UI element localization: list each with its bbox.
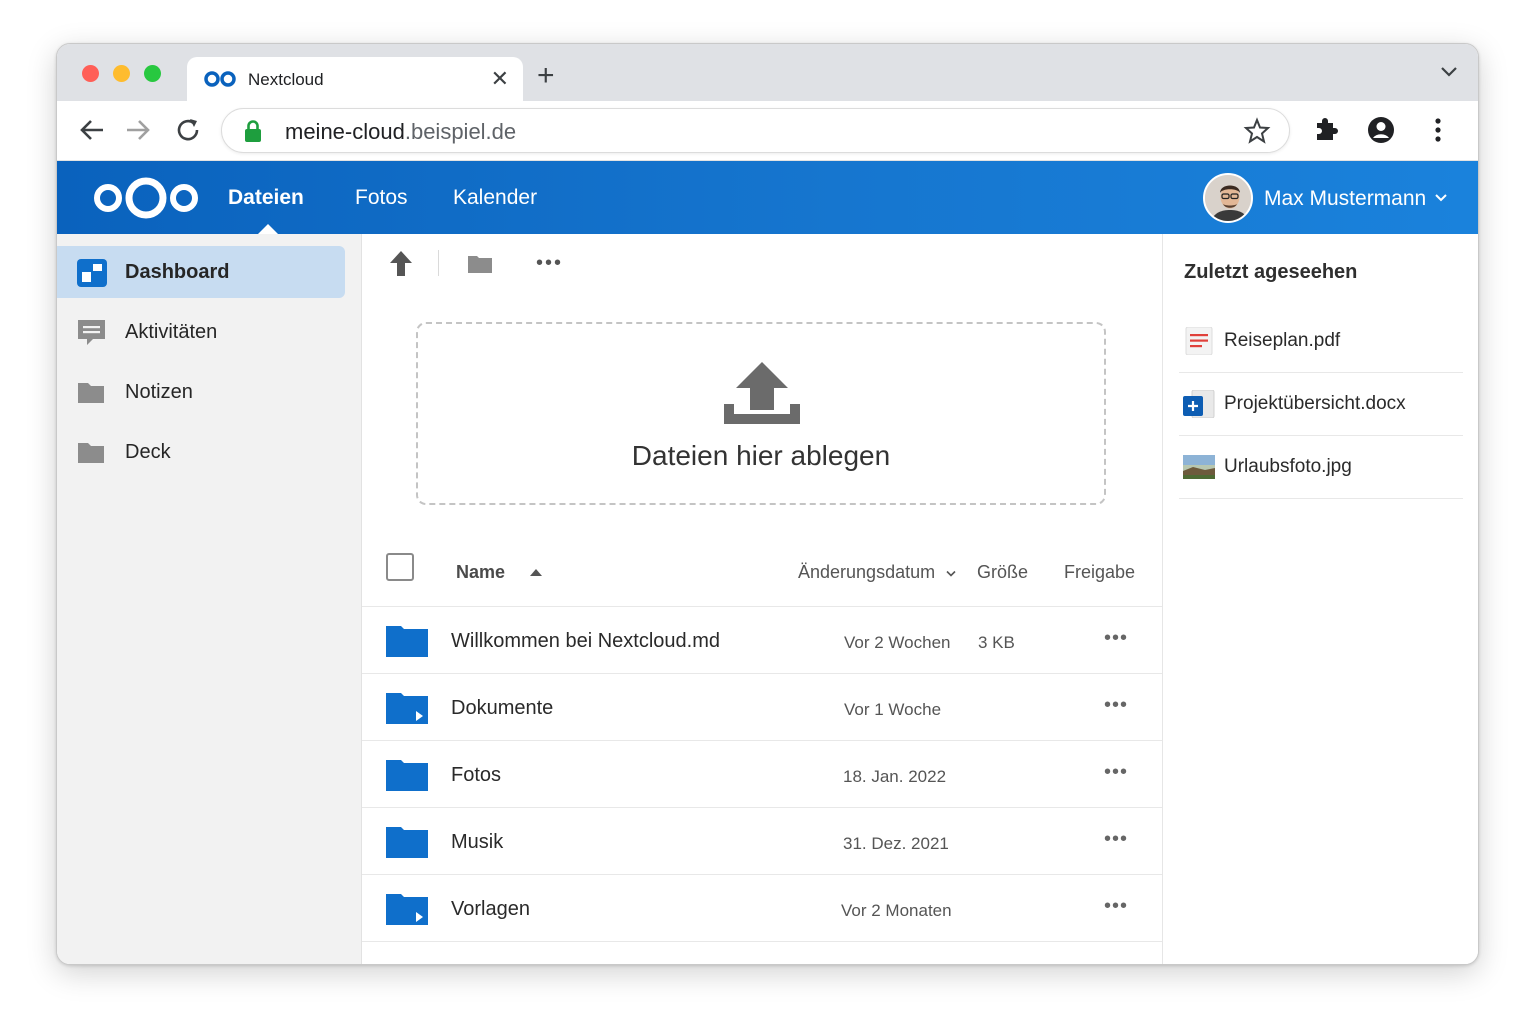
user-portrait-icon [1205,175,1251,221]
profile-account-icon[interactable] [1365,114,1397,146]
column-size[interactable]: Größe [977,562,1028,583]
lock-icon [245,120,261,142]
folder-icon [78,443,104,463]
browser-window: Nextcloud ✕ + meine-cloud.beispiel.de Da… [56,43,1479,965]
file-modified: Vor 2 Wochen [844,633,951,652]
file-size: 3 KB [978,633,1015,652]
file-name[interactable]: Musik [451,831,503,854]
folder-icon [386,626,428,657]
sidebar-item-aktivitaeten[interactable]: Aktivitäten [57,306,345,358]
user-menu-name[interactable]: Max Mustermann [1264,187,1426,211]
sidebar-item-deck[interactable]: Deck [57,426,345,478]
file-row[interactable]: Musik 31. Dez. 2021 ••• [362,808,1162,875]
back-arrow-icon[interactable] [77,115,107,145]
chevron-down-icon[interactable] [1434,193,1448,203]
docx-icon [1183,390,1215,418]
folder-icon [386,827,428,858]
file-modified: 31. Dez. 2021 [843,834,949,853]
file-modified: 18. Jan. 2022 [843,767,947,786]
file-table-header: Name Änderungsdatum Größe Freigabe [362,537,1162,607]
file-row[interactable]: Vorlagen Vor 2 Monaten ••• [362,875,1162,942]
files-main: ••• Dateien hier ablegen Name Änderungsd… [362,234,1162,964]
shared-folder-icon [386,693,428,724]
recent-item-label: Projektübersicht.docx [1224,393,1406,414]
column-name[interactable]: Name [456,562,505,583]
sidebar-item-dashboard[interactable]: Dashboard [57,246,345,298]
recent-panel-title: Zuletzt ageseehen [1184,261,1358,283]
address-bar[interactable]: meine-cloud.beispiel.de [221,108,1290,153]
chevron-down-icon[interactable] [946,570,956,578]
sort-ascending-icon [530,569,542,576]
tab-title: Nextcloud [248,70,324,89]
close-tab-icon[interactable]: ✕ [491,66,509,92]
column-modified[interactable]: Änderungsdatum [798,562,935,583]
recent-panel: Zuletzt ageseehen Reiseplan.pdf Projektü… [1162,234,1478,964]
file-row[interactable]: Dokumente Vor 1 Woche ••• [362,674,1162,741]
select-all-checkbox[interactable] [386,553,414,581]
close-window-button[interactable] [82,65,99,82]
activity-icon [78,320,105,345]
nav-kalender[interactable]: Kalender [453,186,537,210]
file-actions-icon[interactable]: ••• [1104,828,1128,851]
recent-item[interactable]: Reiseplan.pdf [1179,310,1463,373]
sidebar-item-label: Aktivitäten [125,321,218,343]
shared-folder-icon [386,894,428,925]
file-row[interactable]: Willkommen bei Nextcloud.md Vor 2 Wochen 3… [362,607,1162,674]
bookmark-star-icon[interactable] [1243,117,1271,145]
nav-fotos[interactable]: Fotos [355,186,408,210]
new-tab-button[interactable]: + [537,61,555,91]
nextcloud-favicon-icon [204,71,236,87]
pdf-icon [1185,327,1213,355]
file-modified: Vor 1 Woche [844,700,942,719]
file-name[interactable]: Fotos [451,764,501,787]
file-actions-icon[interactable]: ••• [1104,895,1128,918]
file-actions-icon[interactable]: ••• [1104,694,1128,717]
tab-search-chevron-icon[interactable] [1440,66,1458,78]
image-thumbnail-icon [1183,455,1215,479]
upload-dropzone[interactable]: Dateien hier ablegen [416,322,1106,505]
arrow-up-icon[interactable] [388,249,414,277]
sidebar-item-label: Deck [125,441,171,463]
browser-toolbar: meine-cloud.beispiel.de [57,101,1478,161]
file-actions-icon[interactable]: ••• [1104,761,1128,784]
app-sidebar: Dashboard Aktivitäten Notizen Deck [57,234,362,964]
file-name[interactable]: Willkommen bei Nextcloud.md [451,630,720,653]
recent-item[interactable]: Urlaubsfoto.jpg [1179,436,1463,499]
file-actions-icon[interactable]: ••• [1104,627,1128,650]
recent-item-label: Reiseplan.pdf [1224,330,1341,351]
folder-icon [78,383,104,403]
sidebar-item-label: Dashboard [125,261,230,283]
recent-item[interactable]: Projektübersicht.docx [1179,373,1463,436]
extensions-puzzle-icon[interactable] [1311,114,1343,146]
folder-icon [386,760,428,791]
browser-menu-icon[interactable] [1422,114,1454,146]
column-share[interactable]: Freigabe [1064,562,1135,583]
url-domain: .beispiel.de [404,119,517,144]
file-modified: Vor 2 Monaten [841,901,952,920]
reload-icon[interactable] [173,115,203,145]
minimize-window-button[interactable] [113,65,130,82]
file-name[interactable]: Dokumente [451,697,553,720]
url-text: meine-cloud.beispiel.de [285,119,516,145]
app-header: Dateien Fotos Kalender Max Mustermann [57,161,1478,235]
file-row[interactable]: Fotos 18. Jan. 2022 ••• [362,741,1162,808]
dashboard-icon [77,259,107,287]
sidebar-item-notizen[interactable]: Notizen [57,366,345,418]
avatar[interactable] [1203,173,1253,223]
upload-icon [724,362,800,424]
nextcloud-logo-icon[interactable] [91,174,201,222]
sidebar-item-label: Notizen [125,381,193,403]
forward-arrow-icon[interactable] [123,115,153,145]
breadcrumb-folder-icon[interactable] [468,254,492,273]
recent-item-label: Urlaubsfoto.jpg [1224,456,1352,477]
file-name[interactable]: Vorlagen [451,898,530,921]
maximize-window-button[interactable] [144,65,161,82]
browser-tab[interactable]: Nextcloud ✕ [187,57,523,102]
breadcrumb-divider [438,250,439,276]
url-host: meine-cloud [285,119,405,144]
nav-dateien[interactable]: Dateien [228,186,304,210]
dropzone-label: Dateien hier ablegen [631,440,891,471]
breadcrumb-more-icon[interactable]: ••• [536,252,563,275]
tab-strip: Nextcloud ✕ + [57,44,1478,102]
